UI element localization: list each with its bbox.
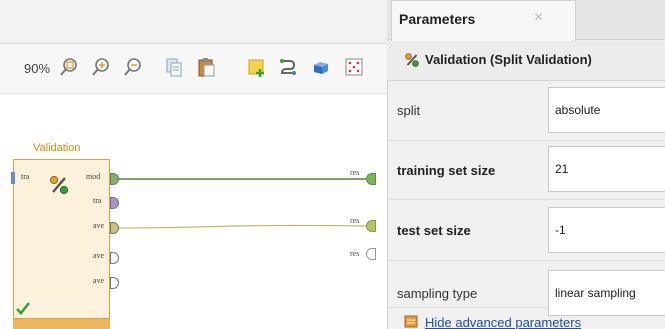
status-ok-icon xyxy=(15,300,31,316)
port-label-in-0: tra xyxy=(21,172,30,181)
port-label-out-1: tra xyxy=(93,196,102,205)
port-label-out-0: mod xyxy=(86,172,101,181)
operator-title: Validation xyxy=(33,142,81,154)
operator-name: Validation (Split Validation) xyxy=(425,52,592,67)
result-port-1[interactable] xyxy=(366,173,376,185)
sampling-type-select[interactable]: linear sampling xyxy=(548,270,665,316)
percent-icon xyxy=(48,174,70,196)
operator-footer xyxy=(13,319,110,329)
param-label-split: split xyxy=(397,103,421,118)
param-label-test-set-size: test set size xyxy=(397,223,471,238)
advanced-parameters-icon xyxy=(404,314,418,328)
port-label-out-3: ave xyxy=(93,251,105,260)
port-label-out-2: ave xyxy=(93,221,105,230)
result-port-3[interactable] xyxy=(366,248,376,260)
param-label-sampling-type: sampling type xyxy=(397,286,478,301)
training-set-size-field[interactable]: 21 xyxy=(548,146,665,192)
close-icon[interactable]: × xyxy=(534,9,543,27)
hide-advanced-parameters-link[interactable]: Hide advanced parameters xyxy=(425,315,581,329)
result-label-1: res xyxy=(350,216,360,225)
input-port-training[interactable] xyxy=(11,172,15,184)
port-label-out-4: ave xyxy=(93,276,105,285)
result-label-0: res xyxy=(350,168,360,177)
percent-icon xyxy=(404,52,420,68)
split-select[interactable]: absolute xyxy=(548,87,665,133)
result-port-2[interactable] xyxy=(366,220,376,232)
result-label-2: res xyxy=(350,249,360,258)
tab-parameters-label: Parameters xyxy=(399,11,476,27)
param-label-training-set-size: training set size xyxy=(397,163,496,178)
performance-wire xyxy=(118,224,367,229)
test-set-size-field[interactable]: -1 xyxy=(548,207,665,253)
